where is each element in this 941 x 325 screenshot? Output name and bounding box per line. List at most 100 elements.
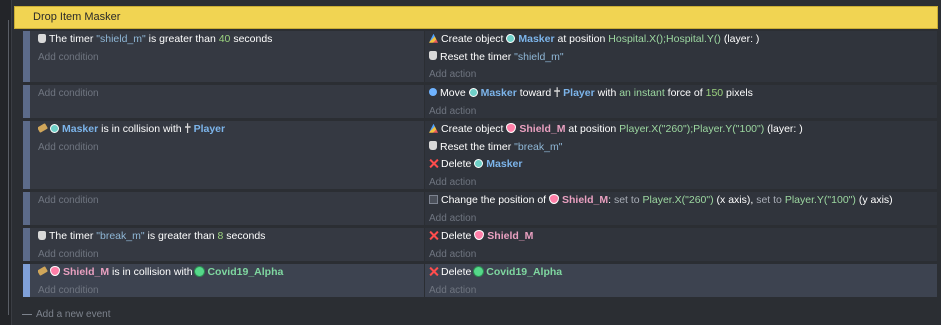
masker-icon	[50, 123, 59, 133]
event-3[interactable]: Masker is in collision with Player Add c…	[22, 120, 938, 190]
add-action-link[interactable]: Add action	[429, 174, 937, 192]
event-2[interactable]: Add condition Move Masker toward Player …	[22, 84, 938, 119]
delete-icon	[429, 267, 438, 276]
action-text: Create object	[441, 33, 507, 45]
conditions-panel: Add condition	[30, 192, 424, 225]
create-object-icon	[429, 123, 438, 133]
timer-icon	[38, 230, 46, 240]
action-delete-shield[interactable]: Delete Shield_M	[429, 228, 937, 246]
action-change-position[interactable]: Change the position of Shield_M: set to …	[429, 192, 937, 210]
add-action-link[interactable]: Add action	[429, 282, 937, 300]
add-new-event-link[interactable]: Add a new event	[22, 309, 111, 320]
add-condition-link[interactable]: Add condition	[38, 49, 424, 67]
condition-timer-shield[interactable]: The timer "shield_m" is greater than 40 …	[38, 31, 424, 49]
event-drag-handle[interactable]	[23, 264, 30, 297]
action-text: Create object	[441, 123, 507, 135]
conditions-panel: The timer "break_m" is greater than 8 se…	[30, 228, 424, 261]
event-drag-handle[interactable]	[23, 31, 30, 82]
cond-text: The timer	[49, 33, 97, 45]
action-text: pixels	[723, 87, 753, 99]
add-condition-link[interactable]: Add condition	[38, 246, 424, 264]
actions-panel: Create object Masker at position Hospita…	[424, 31, 937, 82]
action-text: (x axis),	[713, 194, 757, 206]
cond-text: is in collision with	[109, 266, 196, 278]
event-drag-handle[interactable]	[23, 121, 30, 189]
actions-panel: Move Masker toward Player with an instan…	[424, 85, 937, 118]
condition-collision-masker-player[interactable]: Masker is in collision with Player	[38, 121, 424, 139]
condition-collision-shield-covid[interactable]: Shield_M is in collision with Covid19_Al…	[38, 264, 424, 282]
event-1[interactable]: The timer "shield_m" is greater than 40 …	[22, 30, 938, 83]
left-gutter	[0, 0, 12, 325]
event-group-header[interactable]: Drop Item Masker	[14, 6, 938, 29]
shield-icon	[506, 123, 517, 134]
object-name: Player	[193, 123, 226, 135]
delete-icon	[429, 159, 438, 168]
object-name: Player	[563, 87, 595, 99]
action-delete-masker[interactable]: Delete Masker	[429, 156, 937, 174]
add-condition-link[interactable]: Add condition	[38, 85, 424, 103]
action-move-masker[interactable]: Move Masker toward Player with an instan…	[429, 85, 937, 103]
add-condition-link[interactable]: Add condition	[38, 192, 424, 210]
timer-icon	[429, 141, 437, 151]
force-value: 150	[705, 87, 724, 99]
cond-text: The timer	[49, 230, 97, 242]
create-object-icon	[429, 33, 438, 43]
timer-name: "shield_m"	[514, 50, 564, 63]
collision-icon	[38, 266, 48, 277]
position-icon	[429, 194, 438, 204]
event-drag-handle[interactable]	[23, 85, 30, 118]
masker-icon	[474, 158, 484, 168]
object-name: Shield_M	[487, 230, 534, 242]
actions-panel: Delete Shield_M Add action	[424, 228, 937, 261]
action-text: Reset the timer	[440, 140, 515, 153]
expression: Player.X("260");Player.Y("100")	[619, 123, 765, 135]
object-name: Masker	[62, 123, 99, 135]
add-action-link[interactable]: Add action	[429, 246, 937, 264]
add-condition-link[interactable]: Add condition	[38, 282, 424, 300]
event-5[interactable]: The timer "break_m" is greater than 8 se…	[22, 227, 938, 262]
cond-text: is greater than	[144, 230, 218, 242]
add-condition-link[interactable]: Add condition	[38, 139, 424, 157]
object-name: Shield_M	[519, 123, 566, 135]
action-create-shield[interactable]: Create object Shield_M at position Playe…	[429, 121, 937, 139]
action-text: Delete	[441, 266, 475, 278]
event-sheet: Drop Item Masker The timer "shield_m" is…	[0, 0, 941, 325]
cond-text: seconds	[223, 230, 266, 242]
add-action-link[interactable]: Add action	[429, 66, 937, 84]
object-name: Shield_M	[63, 266, 110, 278]
action-text: Move	[440, 87, 469, 99]
condition-timer-break[interactable]: The timer "break_m" is greater than 8 se…	[38, 228, 424, 246]
action-text: force of	[664, 87, 706, 99]
cond-text: is in collision with	[98, 123, 185, 135]
action-text: Delete	[441, 158, 475, 170]
object-name: Masker	[518, 33, 555, 45]
shield-icon	[549, 194, 559, 205]
virus-icon	[195, 266, 205, 276]
timer-name: "shield_m"	[96, 33, 146, 45]
timer-name: "break_m"	[514, 140, 563, 153]
timer-name: "break_m"	[96, 230, 145, 242]
action-text: Change the position of	[441, 194, 549, 206]
action-create-masker[interactable]: Create object Masker at position Hospita…	[429, 31, 937, 49]
event-drag-handle[interactable]	[23, 228, 30, 261]
operator: set to	[756, 194, 782, 206]
expression: Hospital.X();Hospital.Y()	[608, 33, 721, 45]
conditions-panel: Shield_M is in collision with Covid19_Al…	[30, 264, 424, 297]
event-drag-handle[interactable]	[23, 192, 30, 225]
delete-icon	[429, 231, 438, 240]
timer-value: 40	[218, 33, 231, 45]
conditions-panel: The timer "shield_m" is greater than 40 …	[30, 31, 424, 82]
object-name: Shield_M	[562, 194, 609, 206]
event-4[interactable]: Add condition Change the position of Shi…	[22, 191, 938, 226]
collision-icon	[38, 123, 48, 134]
tree-line	[8, 20, 9, 315]
object-name: Masker	[480, 87, 517, 99]
add-action-link[interactable]: Add action	[429, 210, 937, 228]
expression: Player.X("260")	[639, 194, 714, 206]
add-action-link[interactable]: Add action	[429, 103, 937, 121]
event-6[interactable]: Shield_M is in collision with Covid19_Al…	[22, 263, 938, 298]
action-reset-timer[interactable]: Reset the timer "break_m"	[429, 139, 937, 157]
action-reset-timer[interactable]: Reset the timer "shield_m"	[429, 49, 937, 67]
action-text: (y axis)	[855, 194, 893, 206]
action-delete-covid[interactable]: Delete Covid19_Alpha	[429, 264, 937, 282]
